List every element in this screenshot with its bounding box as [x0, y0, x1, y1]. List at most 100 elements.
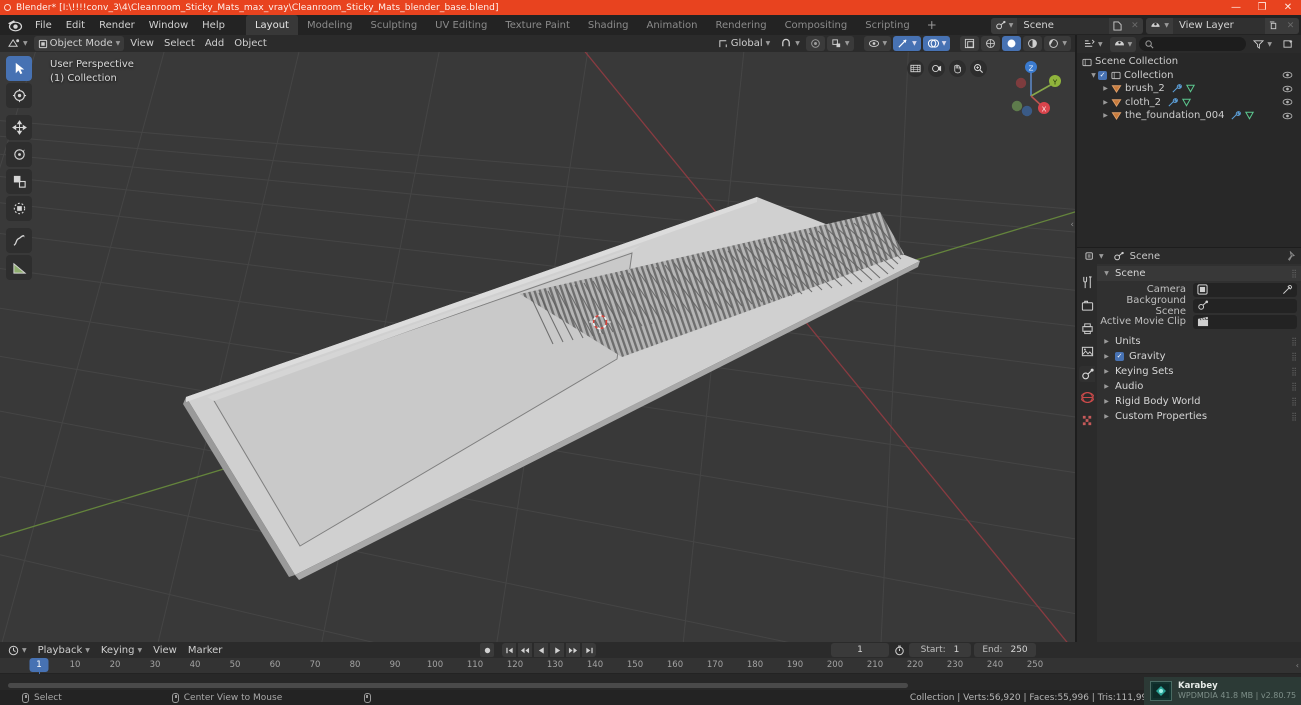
tool-scale[interactable]: [6, 169, 32, 194]
tab-scene-icon[interactable]: [1079, 366, 1095, 382]
menu-help[interactable]: Help: [195, 18, 232, 33]
pin-id-icon[interactable]: [1284, 250, 1295, 262]
scene-browse-icon[interactable]: ▼: [990, 17, 1018, 34]
new-view-layer-button[interactable]: [1265, 17, 1282, 34]
outliner-new-collection-icon[interactable]: [1279, 37, 1298, 52]
tab-scripting[interactable]: Scripting: [856, 15, 918, 35]
tab-sculpting[interactable]: Sculpting: [361, 15, 426, 35]
jump-to-previous-keyframe-button[interactable]: [518, 643, 532, 657]
scene-selector[interactable]: ▼ Scene ✕: [990, 17, 1144, 34]
field-background-scene[interactable]: Background Scene: [1097, 295, 1297, 317]
gizmo-toggle[interactable]: ▼: [893, 36, 921, 51]
editor-type-button[interactable]: ▼: [4, 36, 32, 51]
tab-modeling[interactable]: Modeling: [298, 15, 362, 35]
panel-custom-properties[interactable]: ▶ Custom Properties ⣿: [1097, 409, 1301, 424]
timeline-menu-playback[interactable]: Playback ▼: [34, 643, 94, 658]
panel-keying-sets[interactable]: ▶ Keying Sets ⣿: [1097, 364, 1301, 379]
expand-triangle-icon[interactable]: ▼: [1089, 72, 1098, 79]
tool-move[interactable]: [6, 115, 32, 140]
menu-render[interactable]: Render: [92, 18, 142, 33]
outliner-row-scene-collection[interactable]: Scene Collection: [1077, 55, 1301, 69]
notification-popup[interactable]: Karabey WPDMDIA 41.8 MB | v2.80.75: [1144, 677, 1301, 705]
minimize-button[interactable]: —: [1223, 0, 1249, 15]
menu-edit[interactable]: Edit: [59, 18, 92, 33]
use-preview-range-icon[interactable]: [892, 643, 906, 657]
jump-to-end-button[interactable]: [582, 643, 596, 657]
tab-view-layer-icon[interactable]: [1079, 343, 1095, 359]
tab-texture-icon[interactable]: [1079, 412, 1095, 428]
timeline-collapse-arrow-icon[interactable]: ‹: [1296, 661, 1299, 670]
3d-viewport[interactable]: User Perspective (1) Collection Z Y X ‹: [0, 52, 1075, 642]
toggle-camera-perspective-icon[interactable]: [907, 60, 924, 77]
outliner-row-the-foundation-004[interactable]: ▶ the_foundation_004: [1077, 109, 1301, 123]
zoom-magnifier-icon[interactable]: [970, 60, 987, 77]
visibility-eye-icon[interactable]: [1282, 112, 1293, 120]
tab-shading[interactable]: Shading: [579, 15, 638, 35]
scene-name[interactable]: Scene: [1017, 17, 1110, 34]
interaction-mode-selector[interactable]: Object Mode ▼: [33, 36, 125, 51]
outliner-display-mode-button[interactable]: ▼: [1109, 36, 1137, 52]
panel-drag-grip[interactable]: ⣿: [1291, 352, 1297, 361]
overlays-toggle[interactable]: ▼: [922, 36, 951, 51]
panel-scene[interactable]: ▼ Scene ⣿: [1097, 266, 1301, 281]
eyedropper-icon[interactable]: [1282, 284, 1293, 295]
delete-scene-button[interactable]: ✕: [1126, 17, 1144, 34]
tool-cursor[interactable]: [6, 83, 32, 108]
transform-orientation-selector[interactable]: Global ▼: [714, 36, 775, 51]
blender-logo-icon[interactable]: [6, 17, 24, 33]
visibility-dropdown[interactable]: ▼: [863, 36, 892, 51]
close-button[interactable]: ✕: [1275, 0, 1301, 15]
timeline-horizontal-scrollbar[interactable]: [8, 683, 908, 688]
panel-drag-grip[interactable]: ⣿: [1291, 412, 1297, 421]
camera-view-icon[interactable]: [928, 60, 945, 77]
view-layer-selector[interactable]: ▼ View Layer ✕: [1146, 17, 1299, 34]
tab-texture-paint[interactable]: Texture Paint: [496, 15, 579, 35]
viewport-menu-select[interactable]: Select: [160, 36, 199, 51]
tab-compositing[interactable]: Compositing: [776, 15, 857, 35]
viewport-menu-object[interactable]: Object: [230, 36, 271, 51]
pan-hand-icon[interactable]: [949, 60, 966, 77]
tool-measure[interactable]: [6, 255, 32, 280]
tab-uv-editing[interactable]: UV Editing: [426, 15, 496, 35]
outliner-search-input[interactable]: [1139, 37, 1247, 51]
panel-expand-icon[interactable]: ▶: [1102, 398, 1111, 405]
start-frame-input[interactable]: Start: 1: [909, 643, 971, 657]
panel-expand-icon[interactable]: ▶: [1102, 383, 1111, 390]
collection-checkbox[interactable]: ✓: [1098, 70, 1107, 80]
play-reverse-button[interactable]: [534, 643, 548, 657]
panel-expand-icon[interactable]: ▶: [1102, 353, 1111, 360]
pivot-point-icon[interactable]: ▼: [826, 36, 854, 51]
remove-view-layer-button[interactable]: ✕: [1282, 17, 1299, 34]
timeline-channel-area[interactable]: [0, 674, 1301, 690]
play-button[interactable]: [550, 643, 564, 657]
jump-to-next-keyframe-button[interactable]: [566, 643, 580, 657]
panel-drag-grip[interactable]: ⣿: [1291, 337, 1297, 346]
tab-rendering[interactable]: Rendering: [706, 15, 775, 35]
outliner-editor-type-button[interactable]: ▼: [1080, 37, 1107, 52]
tab-world-icon[interactable]: [1079, 389, 1095, 405]
timeline-menu-view[interactable]: View: [149, 643, 181, 658]
field-active-movie-clip[interactable]: Active Movie Clip: [1097, 314, 1297, 329]
tool-select-box[interactable]: [6, 56, 32, 81]
panel-audio[interactable]: ▶ Audio ⣿: [1097, 379, 1301, 394]
visibility-eye-icon[interactable]: [1282, 85, 1293, 93]
view-layer-browse-icon[interactable]: ▼: [1146, 17, 1173, 34]
panel-drag-grip[interactable]: ⣿: [1291, 382, 1297, 391]
panel-expand-icon[interactable]: ▶: [1102, 413, 1111, 420]
tool-rotate[interactable]: [6, 142, 32, 167]
viewport-menu-add[interactable]: Add: [201, 36, 228, 51]
shading-material-icon[interactable]: [1023, 36, 1043, 51]
view-layer-name[interactable]: View Layer: [1173, 17, 1265, 34]
timeline-ruler[interactable]: 10 20 30 40 50 60 70 80 90 100 110 120 1…: [0, 658, 1301, 690]
panel-drag-grip[interactable]: ⣿: [1291, 367, 1297, 376]
visibility-eye-icon[interactable]: [1282, 71, 1293, 79]
outliner-row-collection[interactable]: ▼ ✓ Collection: [1077, 69, 1301, 83]
sidebar-collapse-arrow-icon[interactable]: ‹: [1070, 220, 1074, 230]
shading-solid-icon[interactable]: [1002, 36, 1022, 51]
shading-rendered-icon[interactable]: ▼: [1044, 36, 1071, 51]
xray-toggle[interactable]: [960, 36, 980, 51]
add-workspace-button[interactable]: +: [919, 15, 945, 35]
menu-window[interactable]: Window: [142, 18, 195, 33]
viewport-menu-view[interactable]: View: [126, 36, 158, 51]
tool-transform[interactable]: [6, 196, 32, 221]
